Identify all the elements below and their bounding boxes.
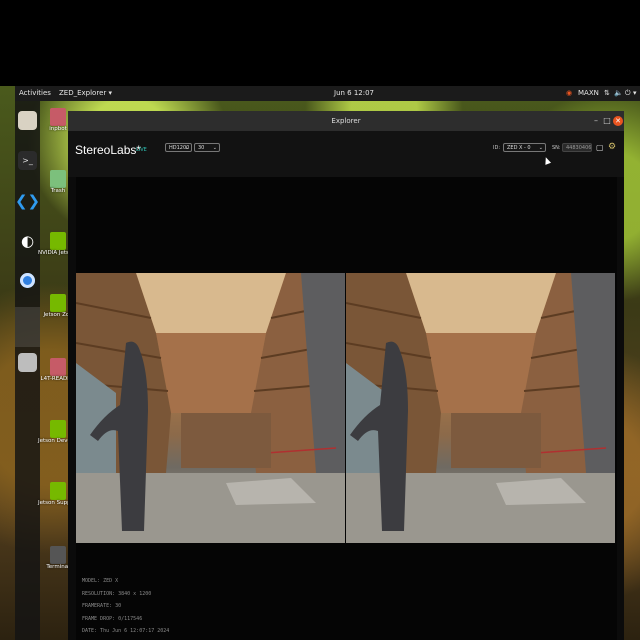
camera-id-select[interactable]: ZED X - 0 ⌄ — [503, 143, 546, 152]
minimize-icon[interactable]: – — [591, 116, 601, 126]
brand-logo: StereoLabs* — [75, 143, 142, 157]
chevron-down-icon: ⌄ — [212, 145, 217, 151]
explorer-toolbar: StereoLabs* LIVE HD1200 ⌄ 30 ⌄ ID: ZED X -… — [68, 131, 624, 177]
info-frame-drop: FRAME DROP: 0/117546 — [82, 615, 143, 622]
volume-icon[interactable]: 🔈 — [614, 89, 623, 97]
activities-button[interactable]: Activities — [19, 89, 51, 97]
live-badge: LIVE — [136, 147, 147, 153]
chromium-icon[interactable] — [18, 271, 37, 290]
left-camera-view — [76, 273, 345, 543]
terminal-launcher-icon — [50, 546, 66, 564]
zed-explorer-dock-icon[interactable] — [15, 307, 40, 347]
app-menu[interactable]: ZED_Explorer ▾ — [59, 89, 112, 97]
window-title: Explorer — [331, 117, 361, 125]
atrium-image — [346, 273, 615, 543]
obs-icon[interactable]: ◐ — [18, 231, 37, 250]
nvidia-icon[interactable]: ◉ — [566, 89, 572, 97]
clock[interactable]: Jun 6 12:07 — [334, 89, 374, 97]
close-icon[interactable]: ✕ — [613, 116, 623, 126]
id-label: ID: — [493, 145, 501, 151]
explorer-window: Explorer – □ ✕ StereoLabs* LIVE HD1200 ⌄ … — [68, 111, 624, 640]
terminal-icon[interactable]: >_ — [18, 151, 37, 170]
files-icon[interactable] — [18, 111, 37, 130]
letterbox-top — [0, 0, 640, 86]
sn-label: SN: — [552, 145, 561, 151]
info-model: MODEL: ZED X — [82, 578, 119, 584]
nvidia-link-icon — [50, 232, 66, 250]
drive-icon[interactable] — [18, 353, 37, 372]
nvidia-link-icon — [50, 420, 66, 438]
trash-icon — [50, 170, 66, 188]
atrium-image — [76, 273, 345, 543]
vscode-icon[interactable]: ❮❯ — [15, 191, 40, 210]
network-icon[interactable]: ⇅ — [604, 89, 610, 97]
dock: >_ ❮❯ ◐ — [15, 101, 40, 640]
camera-info-panel: MODEL: ZED X RESOLUTION: 3840 x 1200 FRA… — [82, 575, 169, 638]
info-date: DATE: Thu Jun 6 12:07:17 2024 — [82, 628, 170, 634]
chevron-down-icon: ⌄ — [538, 145, 543, 151]
document-icon — [50, 358, 66, 376]
info-framerate: FRAMERATE: 30 — [82, 603, 122, 609]
right-camera-view — [346, 273, 615, 543]
nvidia-link-icon — [50, 294, 66, 312]
power-icon[interactable]: ⏻ — [625, 89, 631, 98]
maximize-icon[interactable]: □ — [602, 116, 612, 126]
info-resolution: RESOLUTION: 3840 x 1200 — [82, 590, 152, 597]
serial-number-field: 44830406 — [562, 143, 592, 152]
chevron-down-icon[interactable]: ▾ — [633, 89, 637, 97]
gnome-top-bar: Activities ZED_Explorer ▾ Jun 6 12:07 ◉ … — [15, 86, 640, 101]
folder-icon — [50, 108, 66, 126]
camera-icon[interactable]: ▢ — [596, 143, 604, 152]
gear-icon[interactable]: ⚙ — [608, 142, 616, 152]
chevron-down-icon: ⌄ — [184, 145, 189, 151]
resolution-select[interactable]: HD1200 ⌄ — [165, 143, 192, 152]
power-mode[interactable]: MAXN — [578, 89, 599, 97]
video-panel: MODEL: ZED X RESOLUTION: 3840 x 1200 FRA… — [76, 177, 617, 640]
window-titlebar[interactable]: Explorer – □ ✕ — [68, 111, 624, 131]
fps-select[interactable]: 30 ⌄ — [194, 143, 220, 152]
nvidia-link-icon — [50, 482, 66, 500]
